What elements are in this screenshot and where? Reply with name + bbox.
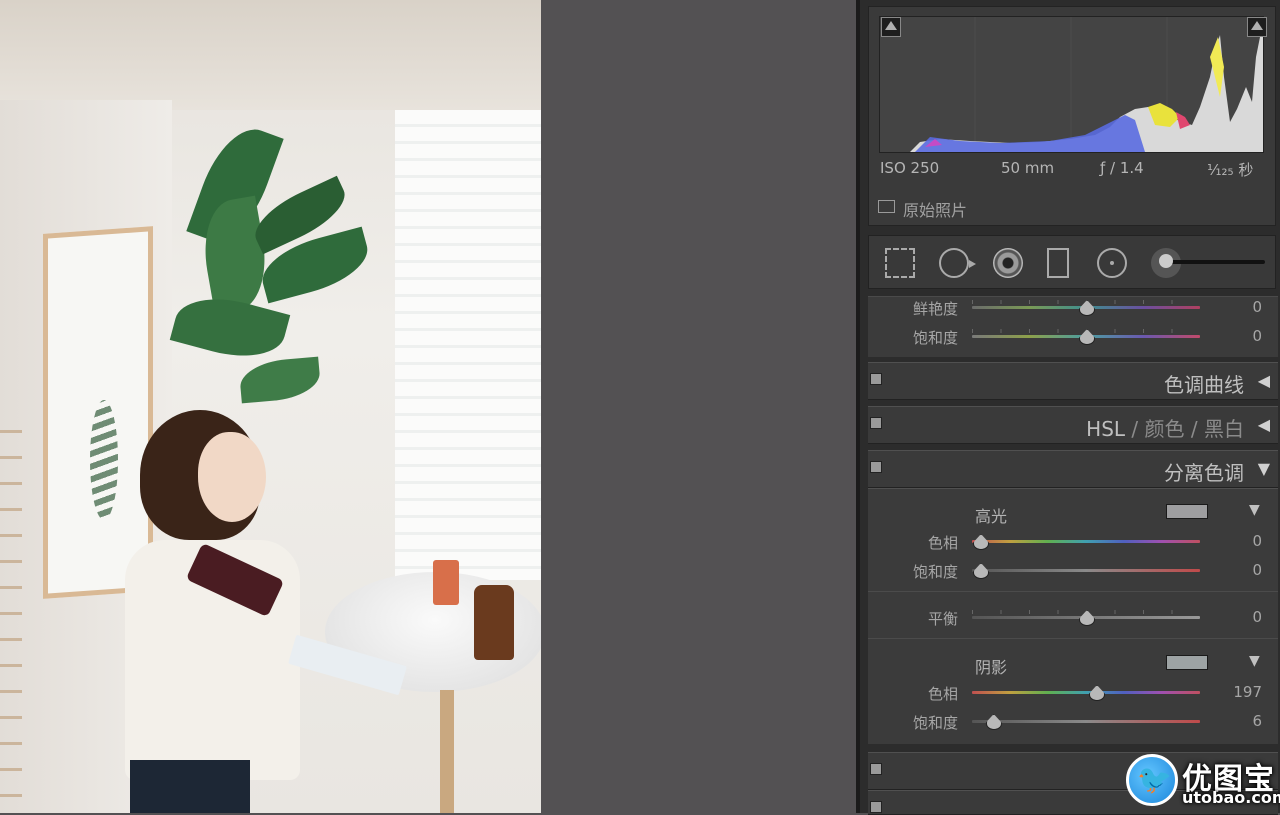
histogram-blue-channel [915, 115, 1145, 152]
color-tab[interactable]: 颜色 [1145, 417, 1185, 441]
shadows-hue-slider[interactable] [972, 691, 1200, 694]
watermark-url: utobao.com [1182, 788, 1280, 807]
shutter-readout: ¹⁄₁₂₅ 秒 [1207, 161, 1254, 179]
vibrance-label: 鲜艳度 [912, 300, 958, 318]
original-photo-label: 原始照片 [903, 201, 968, 220]
saturation-value[interactable]: 0 [1215, 327, 1262, 345]
expand-arrow-icon[interactable]: ▼ [1258, 459, 1270, 478]
hsl-title: HSL / 颜色 / 黑白 [1086, 413, 1244, 442]
saturation-label: 饱和度 [912, 329, 958, 347]
brush-slider-track[interactable] [1169, 260, 1265, 264]
shadows-saturation-label: 饱和度 [912, 714, 958, 732]
highlights-title: 高光 [975, 507, 1008, 526]
tab-separator: / [1190, 417, 1198, 441]
focal-length-readout: 50 mm [1001, 159, 1055, 177]
shadows-saturation-slider[interactable] [972, 720, 1200, 723]
photo-person-face [198, 432, 266, 522]
section-toggle-switch[interactable] [870, 763, 882, 775]
divider [868, 591, 1278, 592]
original-photo-checkbox[interactable] [878, 200, 895, 213]
photo-plant-leaf [238, 356, 322, 404]
iso-readout: ISO 250 [880, 159, 940, 177]
tone-curve-header[interactable]: 色调曲线 ◀ [868, 362, 1278, 400]
graduated-filter-icon[interactable] [1047, 248, 1069, 278]
panel-edge [856, 0, 860, 813]
collapse-arrow-icon[interactable]: ◀ [1258, 415, 1270, 434]
black-white-tab[interactable]: 黑白 [1204, 417, 1244, 441]
bird-logo-icon: 🐦 [1126, 754, 1178, 806]
tone-curve-title: 色调曲线 [1164, 373, 1244, 397]
highlights-saturation-label: 饱和度 [912, 563, 958, 581]
shadows-hue-value[interactable]: 197 [1215, 683, 1262, 701]
shadows-hue-label: 色相 [927, 685, 958, 703]
highlight-clipping-button[interactable] [1247, 17, 1267, 37]
highlights-picker-arrow-icon[interactable]: ▼ [1249, 502, 1260, 518]
red-eye-icon[interactable] [993, 248, 1023, 278]
spot-removal-icon[interactable] [939, 248, 976, 278]
collapse-arrow-icon[interactable]: ◀ [1258, 371, 1270, 390]
histogram-plot[interactable] [879, 16, 1264, 153]
photo-window [395, 110, 541, 580]
photo-person-jeans [130, 760, 250, 813]
highlights-hue-slider[interactable] [972, 540, 1200, 543]
highlights-hue-label: 色相 [927, 534, 958, 552]
highlights-saturation-value[interactable]: 0 [1215, 561, 1262, 579]
tool-strip [868, 235, 1276, 289]
shadows-color-swatch[interactable] [1166, 655, 1208, 670]
shadow-clipping-button[interactable] [881, 17, 901, 37]
section-toggle-switch[interactable] [870, 801, 882, 813]
site-watermark: 🐦 优图宝 utobao.com [1124, 752, 1280, 810]
photo-leaf-art [90, 400, 118, 520]
highlights-saturation-slider[interactable] [972, 569, 1200, 572]
photo-wire-shelf [0, 430, 22, 813]
divider [868, 638, 1278, 639]
photo-ceiling [0, 0, 541, 110]
highlights-hue-value[interactable]: 0 [1215, 532, 1262, 550]
hsl-header[interactable]: HSL / 颜色 / 黑白 ◀ [868, 406, 1278, 444]
photo-cup [433, 560, 459, 605]
tab-separator: / [1131, 417, 1139, 441]
aperture-readout: ƒ / 1.4 [1100, 159, 1144, 177]
balance-value[interactable]: 0 [1215, 608, 1262, 626]
section-toggle-switch[interactable] [870, 373, 882, 385]
radial-filter-icon[interactable] [1097, 248, 1127, 278]
photo-vase [474, 585, 514, 660]
histogram-graph [910, 17, 1263, 152]
shadows-picker-arrow-icon[interactable]: ▼ [1249, 653, 1260, 669]
split-toning-header[interactable]: 分离色调 ▼ [868, 450, 1278, 488]
shadows-title: 阴影 [975, 658, 1008, 677]
section-toggle-switch[interactable] [870, 417, 882, 429]
split-toning-title: 分离色调 [1164, 461, 1244, 485]
section-toggle-switch[interactable] [870, 461, 882, 473]
vibrance-value[interactable]: 0 [1215, 298, 1262, 316]
photo-table-leg [440, 690, 454, 813]
shadows-saturation-value[interactable]: 6 [1215, 712, 1262, 730]
balance-label: 平衡 [927, 610, 958, 628]
highlights-color-swatch[interactable] [1166, 504, 1208, 519]
histogram-panel[interactable]: ISO 250 50 mm ƒ / 1.4 ¹⁄₁₂₅ 秒 原始照片 [868, 6, 1276, 226]
photo-canvas[interactable] [0, 0, 541, 813]
brush-slider-knob[interactable] [1159, 254, 1173, 268]
hsl-tab[interactable]: HSL [1086, 417, 1125, 441]
crop-overlay-icon[interactable] [885, 248, 915, 278]
